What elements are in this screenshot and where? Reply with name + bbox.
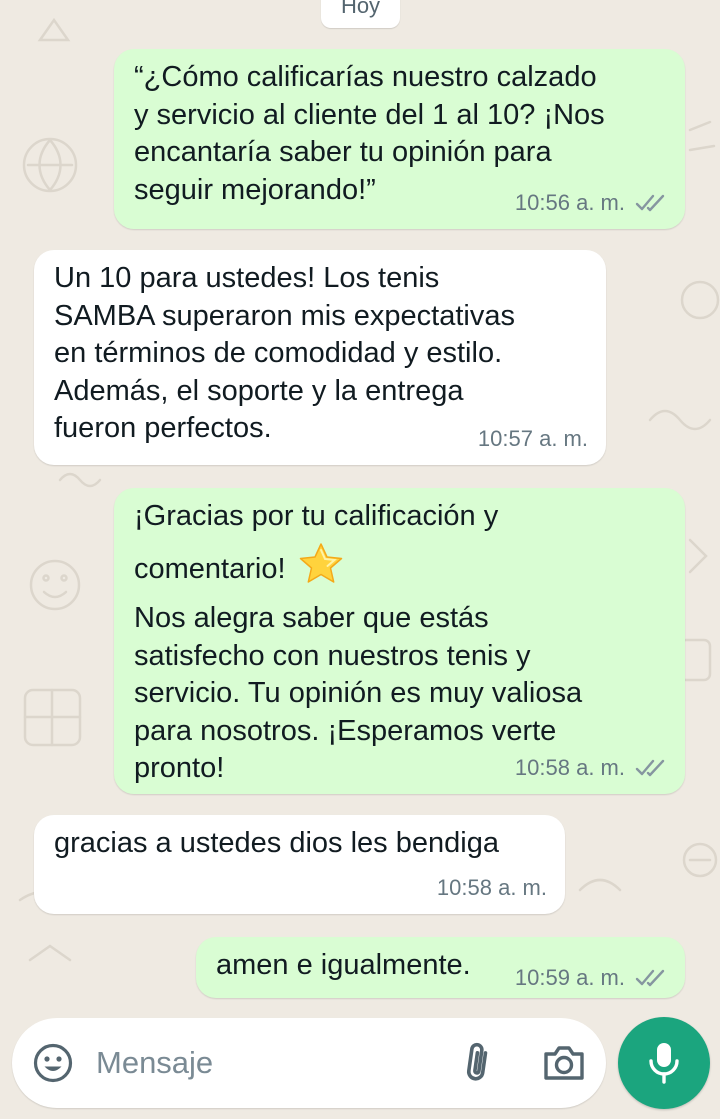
message-outgoing[interactable]: “¿Cómo calificarías nuestro calzado y se…	[114, 49, 685, 229]
double-check-icon	[635, 968, 667, 988]
message-incoming[interactable]: gracias a ustedes dios les bendiga 10:58…	[34, 815, 565, 914]
message-line: ¡Gracias por tu calificación y	[134, 500, 499, 532]
message-composer	[12, 1018, 606, 1108]
message-line: servicio. Tu opinión es muy valiosa	[134, 677, 583, 709]
message-line-with-emoji: comentario!	[134, 542, 671, 597]
message-meta: 10:59 a. m.	[515, 966, 667, 990]
message-line: encantaría saber tu opinión para	[134, 136, 552, 168]
message-input[interactable]	[96, 1038, 426, 1088]
message-line: Un 10 para ustedes! Los tenis	[54, 262, 440, 294]
message-line: Además, el soporte y la entrega	[54, 374, 464, 407]
message-line: SAMBA superaron mis expectativas	[54, 299, 515, 332]
star-emoji-icon	[298, 542, 344, 597]
message-time: 10:58 a. m.	[514, 755, 625, 780]
message-line: comentario!	[134, 552, 286, 585]
message-meta: 10:58 a. m.	[515, 756, 667, 780]
message-text: gracias a ustedes dios les bendiga	[54, 825, 551, 863]
emoji-icon[interactable]	[32, 1042, 74, 1084]
message-meta: 10:56 a. m.	[515, 191, 667, 215]
message-text: “¿Cómo calificarías nuestro calzado y se…	[134, 59, 671, 209]
message-time: 10:56 a. m.	[514, 190, 625, 215]
message-line: para nosotros. ¡Esperamos verte	[134, 714, 557, 747]
double-check-icon	[635, 193, 667, 213]
message-outgoing[interactable]: amen e igualmente. 10:59 a. m.	[196, 937, 685, 998]
message-line: gracias a ustedes dios les bendiga	[54, 827, 499, 859]
message-line: en términos de comodidad y estilo.	[54, 337, 503, 369]
camera-icon[interactable]	[542, 1042, 586, 1084]
message-outgoing[interactable]: ¡Gracias por tu calificación y comentari…	[114, 488, 685, 794]
message-incoming[interactable]: Un 10 para ustedes! Los tenis SAMBA supe…	[34, 250, 606, 465]
message-line: Nos alegra saber que estás	[134, 602, 489, 634]
message-line: y servicio al cliente del 1 al 10? ¡Nos	[134, 98, 605, 131]
double-check-icon	[635, 758, 667, 778]
message-meta: 10:57 a. m.	[478, 427, 588, 451]
message-time: 10:58 a. m.	[436, 875, 547, 900]
message-time: 10:57 a. m.	[477, 426, 588, 451]
message-meta: 10:58 a. m.	[437, 876, 547, 900]
message-text: Un 10 para ustedes! Los tenis SAMBA supe…	[54, 260, 592, 448]
message-line: “¿Cómo calificarías nuestro calzado	[134, 61, 597, 93]
paperclip-icon[interactable]	[460, 1040, 496, 1086]
message-text: ¡Gracias por tu calificación y comentari…	[134, 498, 671, 788]
message-line: satisfecho con nuestros tenis y	[134, 639, 531, 672]
date-chip: Hoy	[321, 0, 400, 28]
message-time: 10:59 a. m.	[514, 965, 625, 990]
microphone-button[interactable]	[618, 1017, 710, 1109]
microphone-icon	[649, 1043, 679, 1084]
